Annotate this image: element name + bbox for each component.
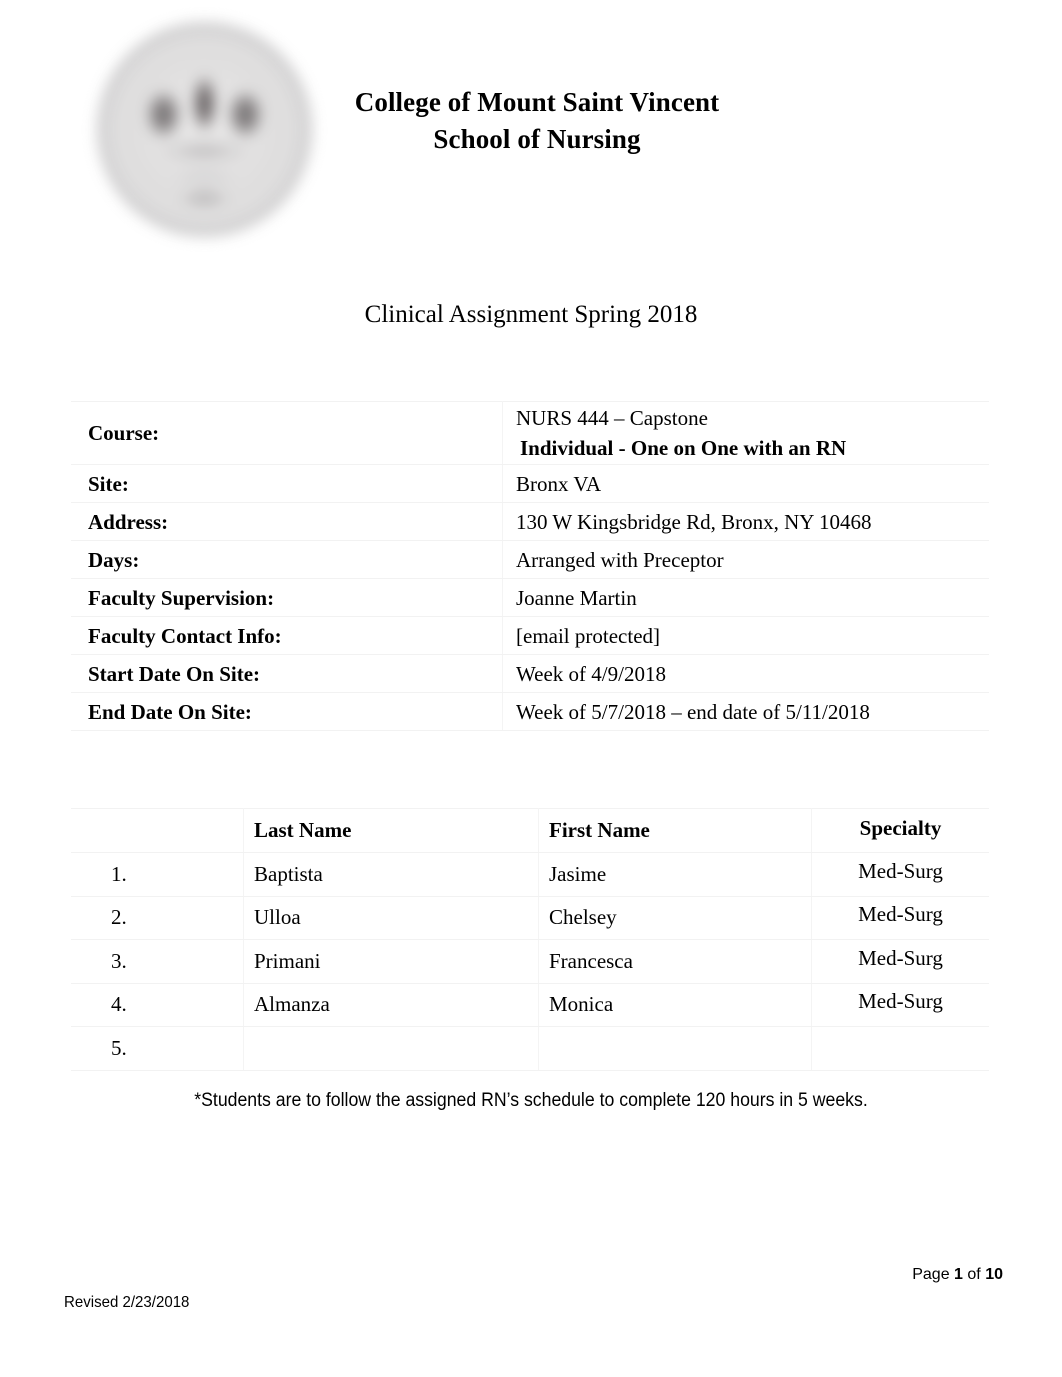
info-label-faculty-supervision: Faculty Supervision: <box>71 578 503 617</box>
college-seal-icon <box>97 22 312 237</box>
column-header-number <box>71 808 244 853</box>
info-value-faculty-supervision: Joanne Martin <box>502 578 989 617</box>
table-row: Faculty Contact Info: [email protected] <box>71 616 989 655</box>
student-last-name: Almanza <box>243 982 539 1027</box>
info-label-faculty-contact: Faculty Contact Info: <box>71 616 503 655</box>
info-value-address: 130 W Kingsbridge Rd, Bronx, NY 10468 <box>502 502 989 541</box>
row-number: 3. <box>71 939 244 984</box>
student-specialty: Med-Surg <box>811 939 989 984</box>
student-first-name: Monica <box>538 982 812 1027</box>
student-specialty: Med-Surg <box>811 895 989 940</box>
table-row: Start Date On Site: Week of 4/9/2018 <box>71 654 989 693</box>
student-last-name: Baptista <box>243 852 539 897</box>
info-label-days: Days: <box>71 540 503 579</box>
table-header-row: Last Name First Name Specialty <box>71 808 989 853</box>
table-row: Faculty Supervision: Joanne Martin <box>71 578 989 617</box>
college-seal-graphic <box>97 22 312 237</box>
table-row: 3. Primani Francesca Med-Surg <box>71 939 989 984</box>
info-label-start-date: Start Date On Site: <box>71 654 503 693</box>
info-value-site: Bronx VA <box>502 464 989 503</box>
page-title: Clinical Assignment Spring 2018 <box>364 301 698 328</box>
page-number: 1 <box>954 1266 963 1283</box>
row-number: 2. <box>71 895 244 940</box>
student-first-name: Chelsey <box>538 895 812 940</box>
table-row: 1. Baptista Jasime Med-Surg <box>71 852 989 897</box>
student-specialty: Med-Surg <box>811 852 989 897</box>
info-label-course: Course: <box>71 401 503 465</box>
student-first-name: Francesca <box>538 939 812 984</box>
info-value-course: NURS 444 – Capstone Individual - One on … <box>502 401 989 465</box>
column-header-specialty: Specialty <box>811 808 989 853</box>
info-value-end-date: Week of 5/7/2018 – end date of 5/11/2018 <box>502 692 989 731</box>
school-name: School of Nursing <box>433 124 641 154</box>
institution-name: College of Mount Saint Vincent <box>354 87 720 117</box>
page-indicator: Page 1 of 10 <box>912 1264 1003 1286</box>
schedule-footnote: *Students are to follow the assigned RN’… <box>194 1090 868 1111</box>
table-row: 2. Ulloa Chelsey Med-Surg <box>71 895 989 940</box>
row-number: 4. <box>71 982 244 1027</box>
info-value-faculty-contact: [email protected] <box>502 616 989 655</box>
table-row: Course: NURS 444 – Capstone Individual -… <box>71 401 989 465</box>
of-word: of <box>967 1266 981 1283</box>
revised-date: Revised 2/23/2018 <box>64 1294 190 1311</box>
info-value-start-date: Week of 4/9/2018 <box>502 654 989 693</box>
table-row: 5. <box>71 1026 989 1071</box>
student-last-name: Primani <box>243 939 539 984</box>
student-first-name <box>538 1026 812 1071</box>
column-header-last-name: Last Name <box>243 808 539 853</box>
student-specialty <box>811 1026 989 1071</box>
table-row: Address: 130 W Kingsbridge Rd, Bronx, NY… <box>71 502 989 541</box>
institution-heading: College of Mount Saint Vincent School of… <box>322 84 752 158</box>
student-first-name: Jasime <box>538 852 812 897</box>
table-row: End Date On Site: Week of 5/7/2018 – end… <box>71 692 989 731</box>
info-label-site: Site: <box>71 464 503 503</box>
page-total: 10 <box>985 1266 1003 1283</box>
student-specialty: Med-Surg <box>811 982 989 1027</box>
student-last-name: Ulloa <box>243 895 539 940</box>
document-header: College of Mount Saint Vincent School of… <box>0 0 1062 265</box>
column-header-first-name: First Name <box>538 808 812 853</box>
student-last-name <box>243 1026 539 1071</box>
table-row: Site: Bronx VA <box>71 464 989 503</box>
row-number: 5. <box>71 1026 244 1071</box>
row-number: 1. <box>71 852 244 897</box>
table-row: Days: Arranged with Preceptor <box>71 540 989 579</box>
info-value-days: Arranged with Preceptor <box>502 540 989 579</box>
assignment-info-table: Course: NURS 444 – Capstone Individual -… <box>71 401 989 731</box>
course-format: Individual - One on One with an RN <box>520 436 847 460</box>
table-row: 4. Almanza Monica Med-Surg <box>71 982 989 1027</box>
student-roster-table: Last Name First Name Specialty 1. Baptis… <box>71 808 989 1071</box>
course-code: NURS 444 – Capstone <box>516 406 708 430</box>
info-label-address: Address: <box>71 502 503 541</box>
page-word: Page <box>912 1266 950 1283</box>
info-label-end-date: End Date On Site: <box>71 692 503 731</box>
